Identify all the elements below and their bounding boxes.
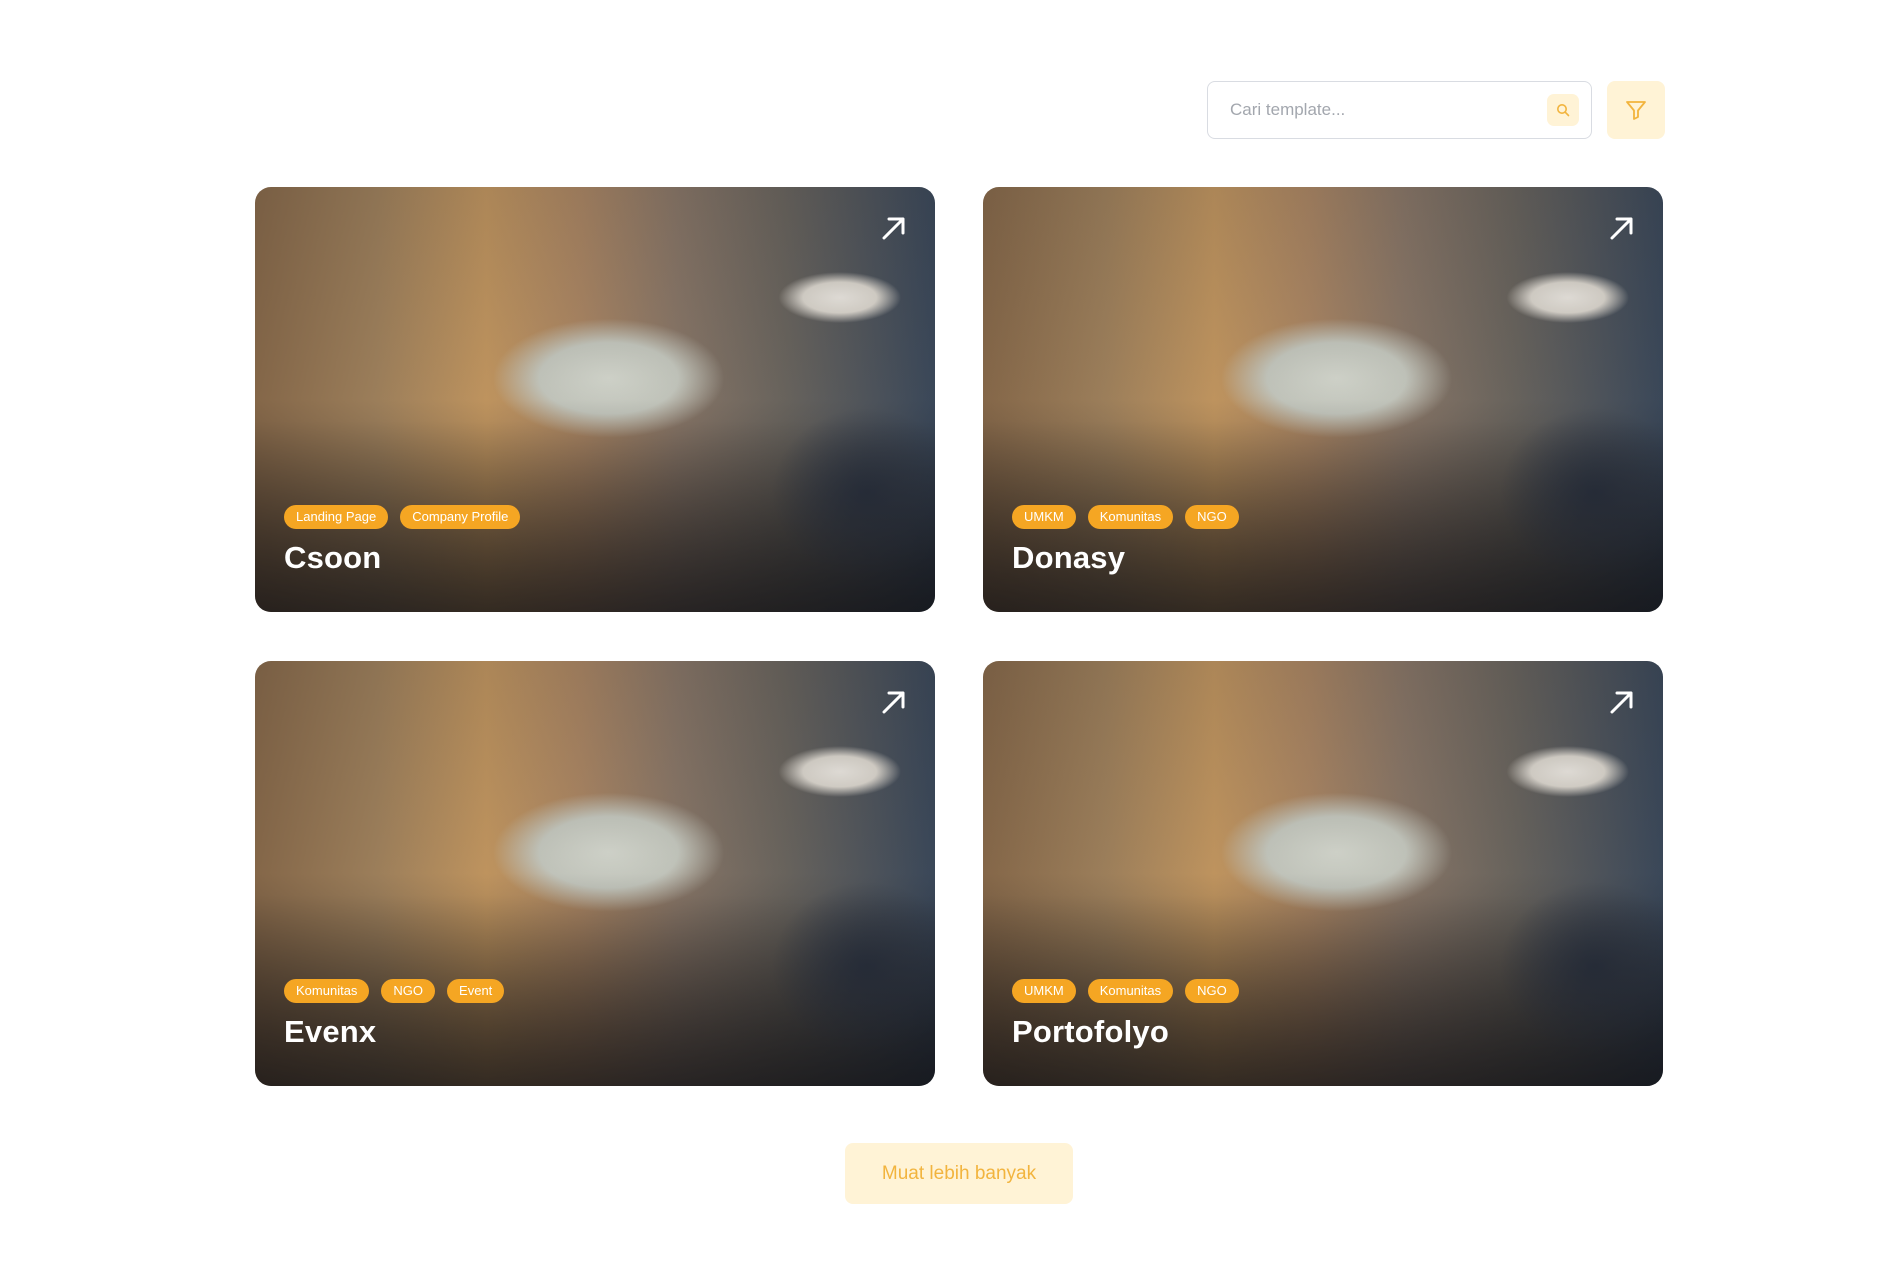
template-card-evenx[interactable]: Komunitas NGO Event Evenx xyxy=(255,661,935,1086)
tag: Komunitas xyxy=(1087,505,1174,529)
search-input[interactable] xyxy=(1228,99,1547,121)
arrow-up-right-icon[interactable] xyxy=(879,687,909,717)
tag: NGO xyxy=(1185,979,1239,1003)
tag: UMKM xyxy=(1012,979,1076,1003)
tag-list: Landing Page Company Profile xyxy=(284,505,521,529)
template-card-donasy[interactable]: UMKM Komunitas NGO Donasy xyxy=(983,187,1663,612)
card-title: Evenx xyxy=(284,1014,377,1049)
arrow-up-right-icon[interactable] xyxy=(1607,687,1637,717)
card-title: Csoon xyxy=(284,540,382,575)
tag: NGO xyxy=(1185,505,1239,529)
tag-list: UMKM Komunitas NGO xyxy=(1012,979,1239,1003)
load-more-button[interactable]: Muat lebih banyak xyxy=(845,1143,1073,1204)
tag-list: UMKM Komunitas NGO xyxy=(1012,505,1239,529)
template-card-csoon[interactable]: Landing Page Company Profile Csoon xyxy=(255,187,935,612)
search-icon xyxy=(1557,104,1570,117)
tag-list: Komunitas NGO Event xyxy=(284,979,505,1003)
tag: Landing Page xyxy=(284,505,389,529)
toolbar xyxy=(1207,81,1665,139)
template-grid: Landing Page Company Profile Csoon UMKM … xyxy=(255,187,1663,1086)
filter-button[interactable] xyxy=(1607,81,1665,139)
search-button[interactable] xyxy=(1547,94,1579,126)
tag: UMKM xyxy=(1012,505,1076,529)
filter-icon xyxy=(1626,101,1646,120)
card-title: Donasy xyxy=(1012,540,1126,575)
tag: Komunitas xyxy=(284,979,370,1003)
tag: Event xyxy=(447,979,505,1003)
arrow-up-right-icon[interactable] xyxy=(879,213,909,243)
tag: Company Profile xyxy=(400,505,521,529)
search-box xyxy=(1207,81,1592,139)
tag: NGO xyxy=(381,979,436,1003)
arrow-up-right-icon[interactable] xyxy=(1607,213,1637,243)
card-title: Portofolyo xyxy=(1012,1014,1169,1049)
tag: Komunitas xyxy=(1087,979,1174,1003)
template-card-portofolyo[interactable]: UMKM Komunitas NGO Portofolyo xyxy=(983,661,1663,1086)
